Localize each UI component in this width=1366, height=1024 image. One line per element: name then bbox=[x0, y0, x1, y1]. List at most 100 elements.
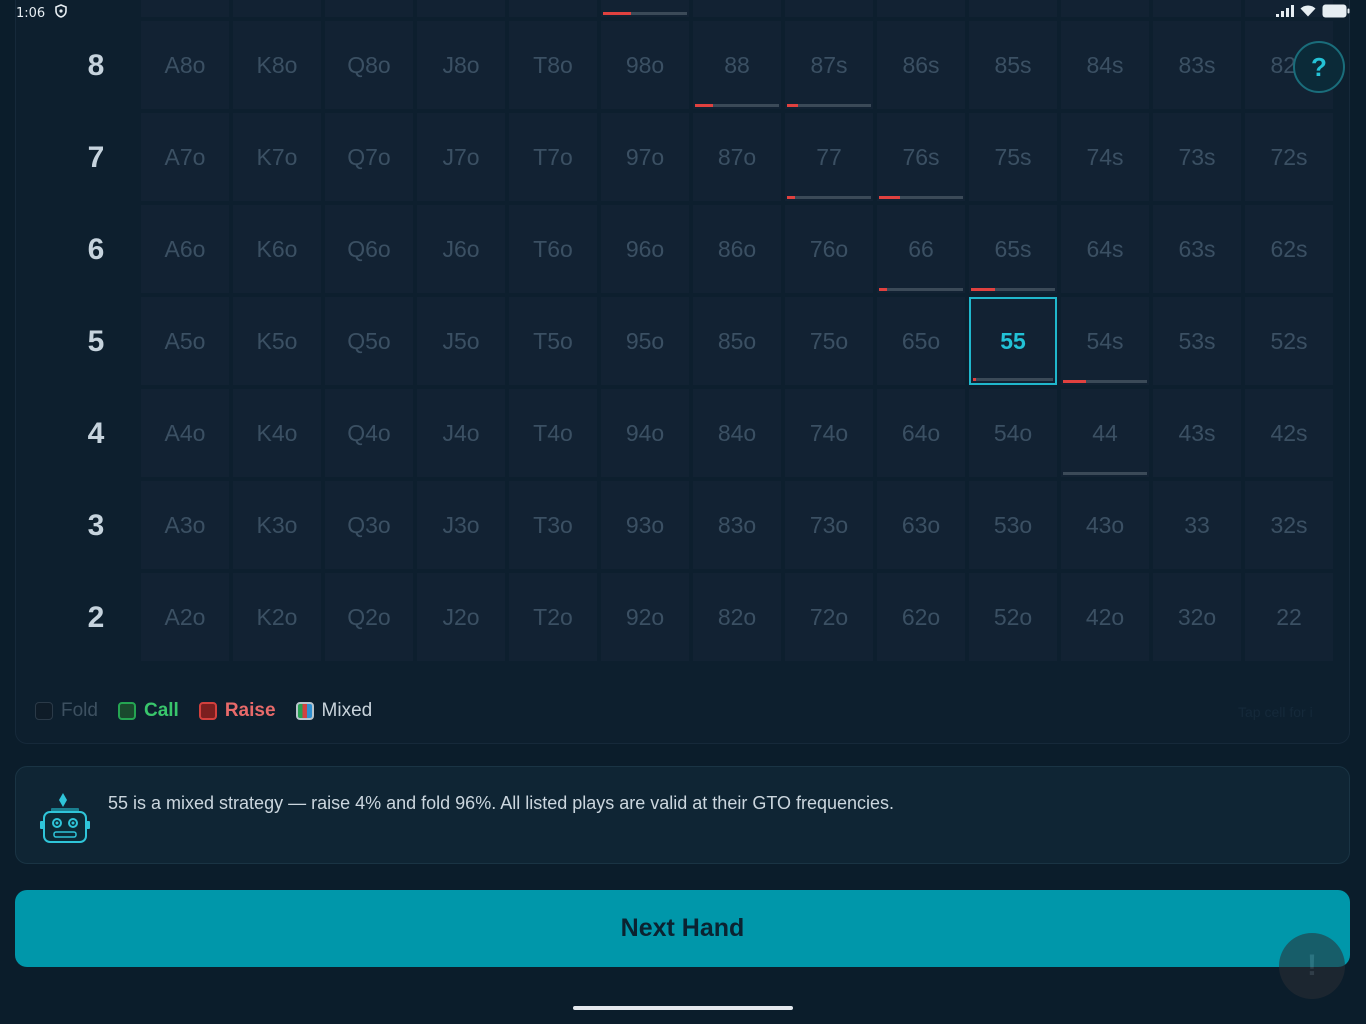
hand-cell[interactable]: 75o bbox=[785, 297, 873, 385]
hand-cell[interactable]: A5o bbox=[141, 297, 229, 385]
hand-cell[interactable]: 53s bbox=[1153, 297, 1241, 385]
hand-cell[interactable]: J7o bbox=[417, 113, 505, 201]
hand-cell[interactable]: 32s bbox=[1245, 481, 1333, 569]
hand-label: 42s bbox=[1270, 419, 1308, 446]
hand-cell[interactable]: J3o bbox=[417, 481, 505, 569]
hand-cell[interactable]: Q3o bbox=[325, 481, 413, 569]
hand-cell[interactable]: K4o bbox=[233, 389, 321, 477]
hand-cell[interactable]: 82o bbox=[693, 573, 781, 661]
hand-label: 73s bbox=[1178, 143, 1216, 170]
hand-cell[interactable]: 52o bbox=[969, 573, 1057, 661]
hand-cell[interactable]: 62s bbox=[1245, 205, 1333, 293]
hand-cell[interactable]: A3o bbox=[141, 481, 229, 569]
hand-cell[interactable]: J4o bbox=[417, 389, 505, 477]
hand-cell[interactable]: 96o bbox=[601, 205, 689, 293]
hand-cell[interactable]: 75s bbox=[969, 113, 1057, 201]
hand-cell[interactable]: 87s bbox=[785, 21, 873, 109]
hand-cell[interactable]: K3o bbox=[233, 481, 321, 569]
hand-cell[interactable]: J5o bbox=[417, 297, 505, 385]
hand-cell[interactable]: K5o bbox=[233, 297, 321, 385]
hand-cell[interactable]: 66 bbox=[877, 205, 965, 293]
hand-cell[interactable]: 74o bbox=[785, 389, 873, 477]
hand-cell[interactable]: K6o bbox=[233, 205, 321, 293]
hand-cell[interactable]: 44 bbox=[1061, 389, 1149, 477]
hand-cell[interactable]: 85s bbox=[969, 21, 1057, 109]
hand-cell[interactable]: 42s bbox=[1245, 389, 1333, 477]
hand-cell[interactable]: 83o bbox=[693, 481, 781, 569]
hand-cell[interactable]: 73s bbox=[1153, 113, 1241, 201]
hand-cell[interactable]: Q6o bbox=[325, 205, 413, 293]
hand-cell[interactable]: Q4o bbox=[325, 389, 413, 477]
hand-cell[interactable]: J8o bbox=[417, 21, 505, 109]
hand-cell[interactable]: T4o bbox=[509, 389, 597, 477]
hand-cell[interactable]: 83s bbox=[1153, 21, 1241, 109]
hand-cell[interactable]: 63o bbox=[877, 481, 965, 569]
frequency-bar bbox=[973, 378, 1053, 381]
hand-cell[interactable]: 73o bbox=[785, 481, 873, 569]
hand-cell[interactable]: T7o bbox=[509, 113, 597, 201]
hand-cell[interactable]: 93o bbox=[601, 481, 689, 569]
hand-cell[interactable]: J2o bbox=[417, 573, 505, 661]
hand-cell[interactable]: 62o bbox=[877, 573, 965, 661]
hand-cell[interactable]: 64o bbox=[877, 389, 965, 477]
hand-cell[interactable]: A7o bbox=[141, 113, 229, 201]
hand-cell[interactable]: 88 bbox=[693, 21, 781, 109]
hand-cell[interactable]: Q2o bbox=[325, 573, 413, 661]
hand-cell[interactable]: 98o bbox=[601, 21, 689, 109]
legend-raise-label: Raise bbox=[224, 700, 276, 721]
hand-cell[interactable]: 76o bbox=[785, 205, 873, 293]
hand-cell[interactable]: 84s bbox=[1061, 21, 1149, 109]
hand-cell[interactable]: 63s bbox=[1153, 205, 1241, 293]
hand-cell[interactable]: T6o bbox=[509, 205, 597, 293]
hand-cell[interactable]: 32o bbox=[1153, 573, 1241, 661]
home-indicator[interactable] bbox=[573, 1006, 793, 1010]
hand-cell[interactable]: 72s bbox=[1245, 113, 1333, 201]
hand-cell[interactable]: 92o bbox=[601, 573, 689, 661]
hand-cell[interactable]: K2o bbox=[233, 573, 321, 661]
hand-cell[interactable]: 76s bbox=[877, 113, 965, 201]
hand-cell[interactable]: 86s bbox=[877, 21, 965, 109]
hand-cell[interactable]: 54o bbox=[969, 389, 1057, 477]
hand-cell[interactable]: 43o bbox=[1061, 481, 1149, 569]
hand-cell[interactable]: 97o bbox=[601, 113, 689, 201]
hand-cell[interactable]: 77 bbox=[785, 113, 873, 201]
hand-cell[interactable]: 72o bbox=[785, 573, 873, 661]
hand-cell[interactable]: 22 bbox=[1245, 573, 1333, 661]
hand-label: 85s bbox=[994, 51, 1032, 78]
hand-cell-selected[interactable]: 55 bbox=[969, 297, 1057, 385]
hand-cell[interactable]: 87o bbox=[693, 113, 781, 201]
hand-cell[interactable]: A2o bbox=[141, 573, 229, 661]
hand-cell[interactable]: 52s bbox=[1245, 297, 1333, 385]
hand-cell[interactable]: J6o bbox=[417, 205, 505, 293]
hand-cell[interactable]: K7o bbox=[233, 113, 321, 201]
hand-cell[interactable]: 42o bbox=[1061, 573, 1149, 661]
hand-cell[interactable]: 94o bbox=[601, 389, 689, 477]
help-button[interactable]: ? bbox=[1293, 41, 1345, 93]
hand-cell[interactable]: 84o bbox=[693, 389, 781, 477]
hand-cell[interactable]: A8o bbox=[141, 21, 229, 109]
battery-icon bbox=[1322, 4, 1350, 22]
hand-cell[interactable]: 43s bbox=[1153, 389, 1241, 477]
hand-cell[interactable]: 33 bbox=[1153, 481, 1241, 569]
hand-cell[interactable]: Q7o bbox=[325, 113, 413, 201]
hand-cell[interactable]: 65o bbox=[877, 297, 965, 385]
hand-cell[interactable]: 86o bbox=[693, 205, 781, 293]
hand-cell[interactable]: T3o bbox=[509, 481, 597, 569]
hand-cell[interactable]: 54s bbox=[1061, 297, 1149, 385]
next-hand-button[interactable]: Next Hand bbox=[15, 890, 1350, 967]
hand-cell[interactable]: 64s bbox=[1061, 205, 1149, 293]
hand-cell[interactable]: T8o bbox=[509, 21, 597, 109]
hand-cell[interactable]: A6o bbox=[141, 205, 229, 293]
hand-cell[interactable]: 74s bbox=[1061, 113, 1149, 201]
hand-cell[interactable]: 95o bbox=[601, 297, 689, 385]
hand-cell[interactable]: T5o bbox=[509, 297, 597, 385]
hand-cell[interactable]: 65s bbox=[969, 205, 1057, 293]
feedback-button[interactable]: ! bbox=[1279, 933, 1345, 999]
hand-cell[interactable]: 53o bbox=[969, 481, 1057, 569]
hand-cell[interactable]: 85o bbox=[693, 297, 781, 385]
hand-cell[interactable]: A4o bbox=[141, 389, 229, 477]
hand-cell[interactable]: Q8o bbox=[325, 21, 413, 109]
hand-cell[interactable]: K8o bbox=[233, 21, 321, 109]
hand-cell[interactable]: Q5o bbox=[325, 297, 413, 385]
hand-cell[interactable]: T2o bbox=[509, 573, 597, 661]
